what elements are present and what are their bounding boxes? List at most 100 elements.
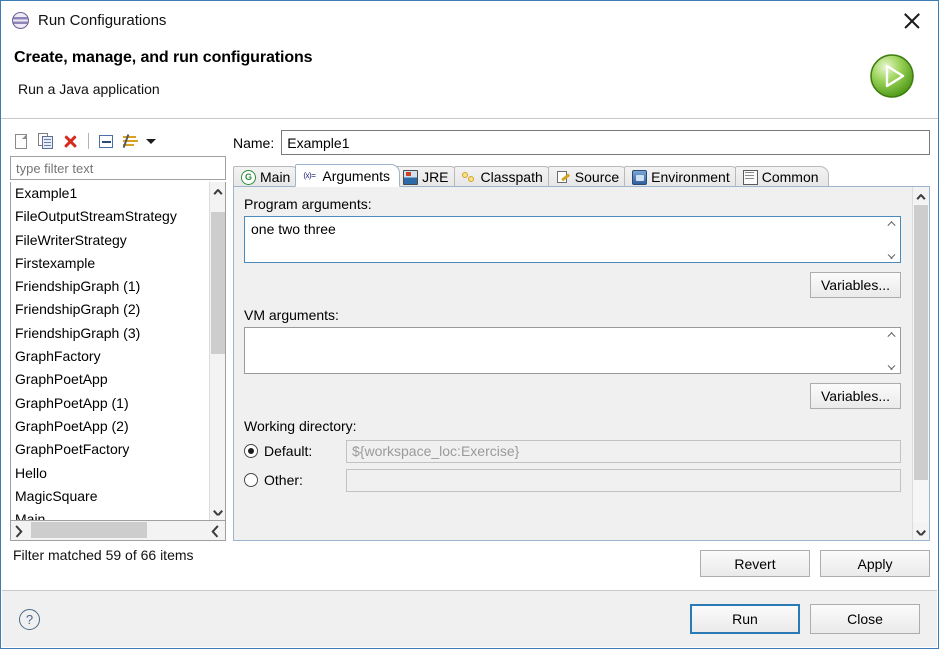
- name-row: Name:: [233, 129, 930, 156]
- tab-label: Arguments: [322, 167, 391, 184]
- default-radio[interactable]: [244, 444, 258, 458]
- name-input[interactable]: [281, 130, 930, 155]
- list-item[interactable]: GraphPoetApp (1): [11, 392, 209, 415]
- vm-variables-button[interactable]: Variables...: [810, 383, 901, 409]
- title-bar: Run Configurations: [1, 1, 938, 39]
- window-title: Run Configurations: [38, 11, 167, 29]
- tab-arguments[interactable]: (x)= Arguments: [295, 164, 401, 187]
- tab-jre[interactable]: JRE: [395, 166, 459, 187]
- scroll-right-button[interactable]: [207, 521, 225, 539]
- vm-arguments-label: VM arguments:: [244, 307, 339, 323]
- collapse-all-icon[interactable]: [96, 131, 117, 151]
- other-label: Other:: [264, 472, 303, 488]
- dialog-footer: ? Run Close: [2, 590, 937, 647]
- vm-arguments-button-row: Variables...: [244, 383, 901, 409]
- other-radio[interactable]: [244, 473, 258, 487]
- configurations-panel: Example1 FileOutputStreamStrategy FileWr…: [10, 129, 229, 576]
- program-arguments-input[interactable]: [244, 216, 901, 263]
- list-item[interactable]: FileOutputStreamStrategy: [11, 205, 209, 228]
- list-item[interactable]: MagicSquare: [11, 485, 209, 508]
- search-input[interactable]: [10, 156, 226, 180]
- scroll-down-button[interactable]: [913, 523, 929, 540]
- tab-common[interactable]: Common: [734, 166, 829, 187]
- filter-arrows-icon[interactable]: [120, 131, 141, 151]
- toolbar-separator: [88, 133, 89, 149]
- list-item[interactable]: Firstexample: [11, 252, 209, 275]
- name-label: Name:: [233, 134, 275, 151]
- run-configurations-dialog: Run Configurations Create, manage, and r…: [0, 0, 939, 649]
- tab-source[interactable]: Source: [547, 166, 630, 187]
- tab-label: Main: [260, 169, 291, 185]
- vm-arguments-input[interactable]: [244, 327, 901, 374]
- program-arguments-field-wrap: [244, 216, 901, 266]
- apply-row: Revert Apply: [233, 550, 930, 577]
- list-item[interactable]: FriendshipGraph (2): [11, 298, 209, 321]
- program-arguments-button-row: Variables...: [244, 272, 901, 298]
- list-item[interactable]: Hello: [11, 462, 209, 485]
- program-arguments-label: Program arguments:: [244, 196, 372, 212]
- common-window-icon: [742, 169, 758, 185]
- vm-arguments-scrollbar[interactable]: [883, 328, 900, 373]
- run-config-sphere-icon: [12, 11, 29, 29]
- working-directory-default-row: Default:: [244, 438, 901, 464]
- list-item[interactable]: Example1: [11, 182, 209, 205]
- source-pencil-icon: [556, 170, 571, 185]
- configuration-editor: Name: G Main (x)= Arguments JRE Classpat…: [233, 129, 930, 577]
- tab-classpath[interactable]: Classpath: [453, 166, 553, 187]
- classpath-keys-icon: [461, 170, 477, 185]
- scroll-down-button[interactable]: [210, 503, 225, 520]
- footer-buttons: Run Close: [690, 604, 920, 634]
- arguments-panel-scrollbar[interactable]: [912, 187, 929, 540]
- scroll-up-button[interactable]: [210, 182, 225, 199]
- list-item[interactable]: FriendshipGraph (3): [11, 322, 209, 345]
- scroll-left-button[interactable]: [11, 521, 29, 539]
- run-button[interactable]: Run: [690, 604, 800, 634]
- program-arguments-scrollbar[interactable]: [883, 217, 900, 262]
- vm-arguments-field-wrap: [244, 327, 901, 377]
- configurations-list[interactable]: Example1 FileOutputStreamStrategy FileWr…: [10, 182, 226, 521]
- new-document-icon[interactable]: [12, 131, 33, 151]
- list-item[interactable]: FriendshipGraph (1): [11, 275, 209, 298]
- close-button[interactable]: Close: [810, 604, 920, 634]
- configurations-toolbar: [10, 129, 229, 153]
- scrollbar-thumb[interactable]: [914, 205, 928, 480]
- scroll-down-icon[interactable]: [887, 364, 896, 370]
- scrollbar-thumb[interactable]: [211, 212, 225, 354]
- configurations-list-scrollbar[interactable]: [209, 182, 225, 520]
- list-item[interactable]: FileWriterStrategy: [11, 229, 209, 252]
- scroll-up-button[interactable]: [913, 187, 929, 204]
- page-subtitle: Run a Java application: [18, 81, 160, 97]
- dialog-header: Create, manage, and run configurations R…: [1, 39, 938, 119]
- scroll-up-icon[interactable]: [887, 331, 896, 337]
- green-g-circle-icon: G: [241, 169, 256, 185]
- red-x-delete-icon[interactable]: [60, 131, 81, 151]
- tab-environment[interactable]: Environment: [624, 166, 740, 187]
- close-icon[interactable]: [900, 9, 924, 33]
- tab-label: Classpath: [480, 169, 543, 185]
- copy-pages-icon[interactable]: [36, 131, 57, 151]
- variable-args-icon: (x)=: [303, 171, 316, 180]
- scroll-up-icon[interactable]: [887, 220, 896, 226]
- list-item[interactable]: GraphPoetApp: [11, 368, 209, 391]
- list-item[interactable]: GraphPoetApp (2): [11, 415, 209, 438]
- jre-library-icon: [403, 169, 419, 185]
- list-item[interactable]: Main: [11, 508, 209, 520]
- tab-label: Common: [761, 169, 819, 185]
- other-directory-input[interactable]: [346, 468, 901, 492]
- tab-bar: G Main (x)= Arguments JRE Classpath Sour…: [233, 164, 930, 187]
- default-label: Default:: [264, 443, 313, 459]
- horizontal-scrollbar-thumb[interactable]: [31, 522, 147, 538]
- program-variables-button[interactable]: Variables...: [810, 272, 901, 298]
- revert-button[interactable]: Revert: [700, 550, 810, 577]
- list-item[interactable]: GraphPoetFactory: [11, 438, 209, 461]
- default-directory-input: [346, 439, 901, 463]
- configurations-horizontal-scrollbar[interactable]: [10, 521, 226, 541]
- chevron-down-icon[interactable]: [144, 131, 158, 151]
- tab-main[interactable]: G Main: [233, 166, 301, 187]
- tab-label: JRE: [422, 169, 449, 185]
- question-mark-help-icon[interactable]: ?: [19, 608, 40, 630]
- list-item[interactable]: GraphFactory: [11, 345, 209, 368]
- apply-button[interactable]: Apply: [820, 550, 930, 577]
- scroll-down-icon[interactable]: [887, 253, 896, 259]
- filter-status-text: Filter matched 59 of 66 items: [13, 547, 194, 563]
